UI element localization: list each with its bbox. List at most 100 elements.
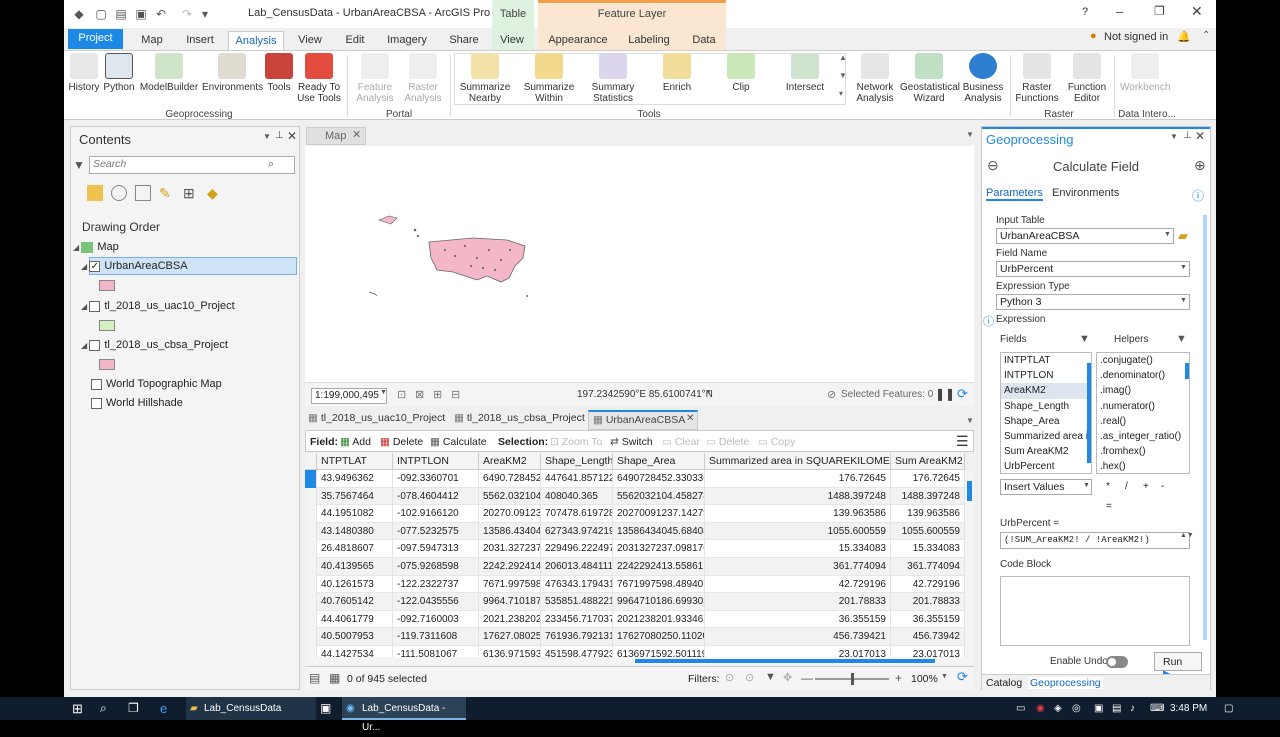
keyboard-icon[interactable]: ⌨	[1150, 699, 1164, 718]
switch-selection-button[interactable]: ⇄ Switch	[610, 436, 653, 448]
tab-table-urbanareacbsa[interactable]: ▦ UrbanAreaCBSA	[588, 410, 698, 430]
table-cell[interactable]: 5562032104.458278	[613, 487, 705, 506]
table-cell[interactable]: 201.78833	[705, 593, 891, 611]
function-editor-button[interactable]: Function Editor	[1064, 51, 1110, 107]
contents-search-input[interactable]: Search	[89, 156, 295, 174]
symbol-swatch[interactable]	[99, 359, 115, 370]
calculate-field-button[interactable]: ▦ Calculate	[430, 436, 487, 448]
undo-icon[interactable]: ↶	[154, 7, 168, 21]
column-header[interactable]: INTPTLON	[393, 453, 479, 470]
helper-list-item[interactable]: .fromhex()	[1097, 444, 1189, 459]
table-cell[interactable]: 206013.484111	[541, 558, 613, 576]
filter-icon[interactable]: ▼	[73, 158, 85, 172]
tab-map[interactable]: Map	[138, 31, 166, 50]
chevron-down-icon[interactable]: ▼	[1083, 482, 1090, 489]
tab-table-uac10[interactable]: ▦ tl_2018_us_uac10_Project	[308, 412, 445, 424]
insert-values-select[interactable]: Insert Values	[1000, 479, 1092, 495]
layer-cbsa[interactable]: ◢ tl_2018_us_cbsa_Project	[81, 336, 228, 354]
open-project-icon[interactable]: ▤	[114, 7, 128, 21]
summarize-nearby-button[interactable]: Summarize Nearby	[456, 51, 514, 107]
tab-list-icon[interactable]: ▼	[966, 416, 974, 425]
tab-list-icon[interactable]: ▼	[966, 130, 974, 139]
table-cell[interactable]: -122.2322737	[393, 575, 479, 594]
chevron-down-icon[interactable]: ▼	[380, 389, 387, 396]
table-cell[interactable]: 2031.327237	[479, 540, 541, 558]
tray-icon[interactable]: ◉	[1036, 699, 1045, 718]
helpers-list-scroll-thumb[interactable]	[1185, 363, 1189, 379]
save-icon[interactable]: ▣	[134, 7, 148, 21]
zoom-to-button[interactable]: ⊡ Zoom To	[550, 436, 602, 448]
sign-in-status[interactable]: Not signed in	[1104, 31, 1168, 43]
table-cell[interactable]: 761936.792131	[541, 628, 613, 646]
network-icon[interactable]: ▤	[1112, 699, 1121, 718]
table-cell[interactable]: 229496.222497	[541, 540, 613, 558]
grid-icon[interactable]: ⊞	[433, 388, 442, 401]
selection-icon[interactable]	[135, 185, 151, 201]
table-menu-icon[interactable]: ☰	[956, 433, 969, 450]
table-row[interactable]: 44.4061779 -092.7160003 2021.238202 233456.…	[305, 610, 965, 629]
table-cell[interactable]: 6490.728452	[479, 470, 541, 488]
operator-divide[interactable]: /	[1125, 481, 1128, 492]
column-header[interactable]: NTPTLAT	[317, 453, 393, 470]
tray-icon[interactable]: ◎	[1072, 699, 1081, 718]
search-icon[interactable]: ⌕	[100, 699, 107, 718]
raster-functions-button[interactable]: Raster Functions	[1014, 51, 1060, 107]
layer-uac10[interactable]: ◢ tl_2018_us_uac10_Project	[81, 297, 235, 315]
notification-bell-icon[interactable]: 🔔	[1177, 30, 1191, 43]
help-button[interactable]: ?	[1082, 6, 1088, 18]
table-cell[interactable]: 2242.292414	[479, 558, 541, 576]
table-cell[interactable]: 139.963586	[891, 505, 965, 523]
tray-icon[interactable]: ▣	[1094, 699, 1103, 718]
field-list-item[interactable]: INTPTLAT	[1001, 353, 1091, 368]
table-cell[interactable]: -122.0435556	[393, 593, 479, 611]
table-cell[interactable]: 20270.091237	[479, 505, 541, 523]
fields-list-scroll-thumb[interactable]	[1087, 363, 1091, 463]
table-row[interactable]: 40.4139565 -075.9268598 2242.292414 206013.…	[305, 558, 965, 576]
table-cell[interactable]: 35.7567464	[317, 487, 393, 506]
table-cell[interactable]: 40.7605142	[317, 593, 393, 611]
field-name-field[interactable]: UrbPercent	[996, 261, 1190, 277]
field-list-item[interactable]: Shape_Area	[1001, 414, 1091, 429]
python-button[interactable]: Python	[102, 51, 136, 107]
notifications-icon[interactable]: ▢	[1224, 699, 1233, 718]
editing-icon[interactable]: ✎	[159, 185, 171, 202]
table-cell[interactable]: 15.334083	[705, 540, 891, 558]
table-row[interactable]: 43.1480380 -077.5232575 13586.434046 627343…	[305, 522, 965, 541]
gallery-scroll-up-icon[interactable]: ▲	[839, 53, 847, 62]
tools-button[interactable]: Tools	[264, 51, 294, 107]
table-cell[interactable]: 408040.365	[541, 487, 613, 506]
chevron-down-icon[interactable]: ▼	[705, 389, 712, 396]
symbol-swatch[interactable]	[99, 320, 115, 331]
layer-world-topo[interactable]: World Topographic Map	[91, 375, 222, 393]
table-cell[interactable]: -092.7160003	[393, 610, 479, 629]
table-cell[interactable]: 26.4818607	[317, 540, 393, 558]
filter-icon[interactable]: ▼	[765, 671, 776, 683]
tab-insert[interactable]: Insert	[184, 31, 216, 50]
ready-to-use-tools-button[interactable]: Ready To Use Tools	[296, 51, 342, 107]
clock[interactable]: 3:48 PM	[1170, 699, 1207, 718]
enable-undo-toggle[interactable]	[1106, 656, 1128, 668]
map-tool-icon[interactable]: ⊡	[397, 388, 406, 401]
table-cell[interactable]: 447641.857122	[541, 470, 613, 488]
workbench-button[interactable]: Workbench	[1120, 51, 1170, 107]
history-button[interactable]: History	[67, 51, 101, 107]
checkbox[interactable]	[89, 300, 101, 312]
tab-geoprocessing[interactable]: Geoprocessing	[1028, 677, 1103, 689]
table-cell[interactable]: 40.1261573	[317, 575, 393, 594]
new-project-icon[interactable]: ▢	[94, 7, 108, 21]
row-selector[interactable]	[305, 646, 317, 657]
summary-statistics-button[interactable]: Summary Statistics	[584, 51, 642, 107]
table-row[interactable]: 26.4818607 -097.5947313 2031.327237 229496.…	[305, 540, 965, 558]
table-cell[interactable]: 44.4061779	[317, 610, 393, 629]
map-tool-icon[interactable]: ⊠	[415, 388, 424, 401]
table-cell[interactable]: 6136.971593	[479, 646, 541, 657]
refresh-icon[interactable]: ⟳	[957, 386, 968, 402]
summarize-within-button[interactable]: Summarize Within	[520, 51, 578, 107]
table-row[interactable]: 40.5007953 -119.7311608 17627.08025 761936.…	[305, 628, 965, 646]
table-cell[interactable]: 40.4139565	[317, 558, 393, 576]
map-tool-icon[interactable]: ⊟	[451, 388, 460, 401]
input-table-field[interactable]: UrbanAreaCBSA	[996, 228, 1174, 244]
table-cell[interactable]: 2021238201.933467	[613, 610, 705, 629]
table-view-icon[interactable]: ▦	[329, 671, 340, 685]
table-cell[interactable]: 7671997598.489407	[613, 575, 705, 594]
